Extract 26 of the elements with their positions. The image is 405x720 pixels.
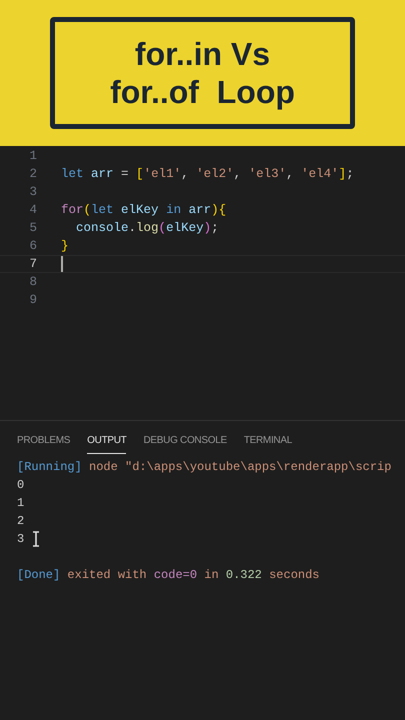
line-number: 4 xyxy=(28,202,38,219)
panel-tab[interactable]: PROBLEMS xyxy=(17,433,70,454)
text-cursor xyxy=(61,256,63,272)
output-line: 2 xyxy=(17,513,24,530)
panel-tab[interactable]: TERMINAL xyxy=(244,433,292,454)
line-number: 5 xyxy=(28,220,38,237)
panel-tab[interactable]: OUTPUT xyxy=(87,433,126,454)
title-text: for..in Vs xyxy=(134,35,270,73)
line-number: 1 xyxy=(28,148,38,165)
code-line: } xyxy=(61,238,69,255)
line-number: 7 xyxy=(28,256,38,273)
panel-tab[interactable]: DEBUG CONSOLE xyxy=(143,433,227,454)
code-line: let arr = ['el1', 'el2', 'el3', 'el4']; xyxy=(61,166,354,183)
line-number: 6 xyxy=(28,238,38,255)
output-line: [Running] node "d:\apps\youtube\apps\renderapp\scrip xyxy=(17,459,392,476)
output-line: 3 xyxy=(17,531,24,548)
line-number: 8 xyxy=(28,274,38,291)
title-text: for..of Loop xyxy=(110,73,295,111)
code-line: console.log(elKey); xyxy=(75,220,219,237)
line-number: 9 xyxy=(28,292,38,309)
output-line: 0 xyxy=(17,477,24,494)
line-number: 3 xyxy=(28,184,38,201)
line-number: 2 xyxy=(28,166,38,183)
output-line: [Done] exited with code=0 in 0.322 seconds xyxy=(17,567,320,584)
code-line: for(let elKey in arr){ xyxy=(61,202,226,219)
output-line: 1 xyxy=(17,495,24,512)
